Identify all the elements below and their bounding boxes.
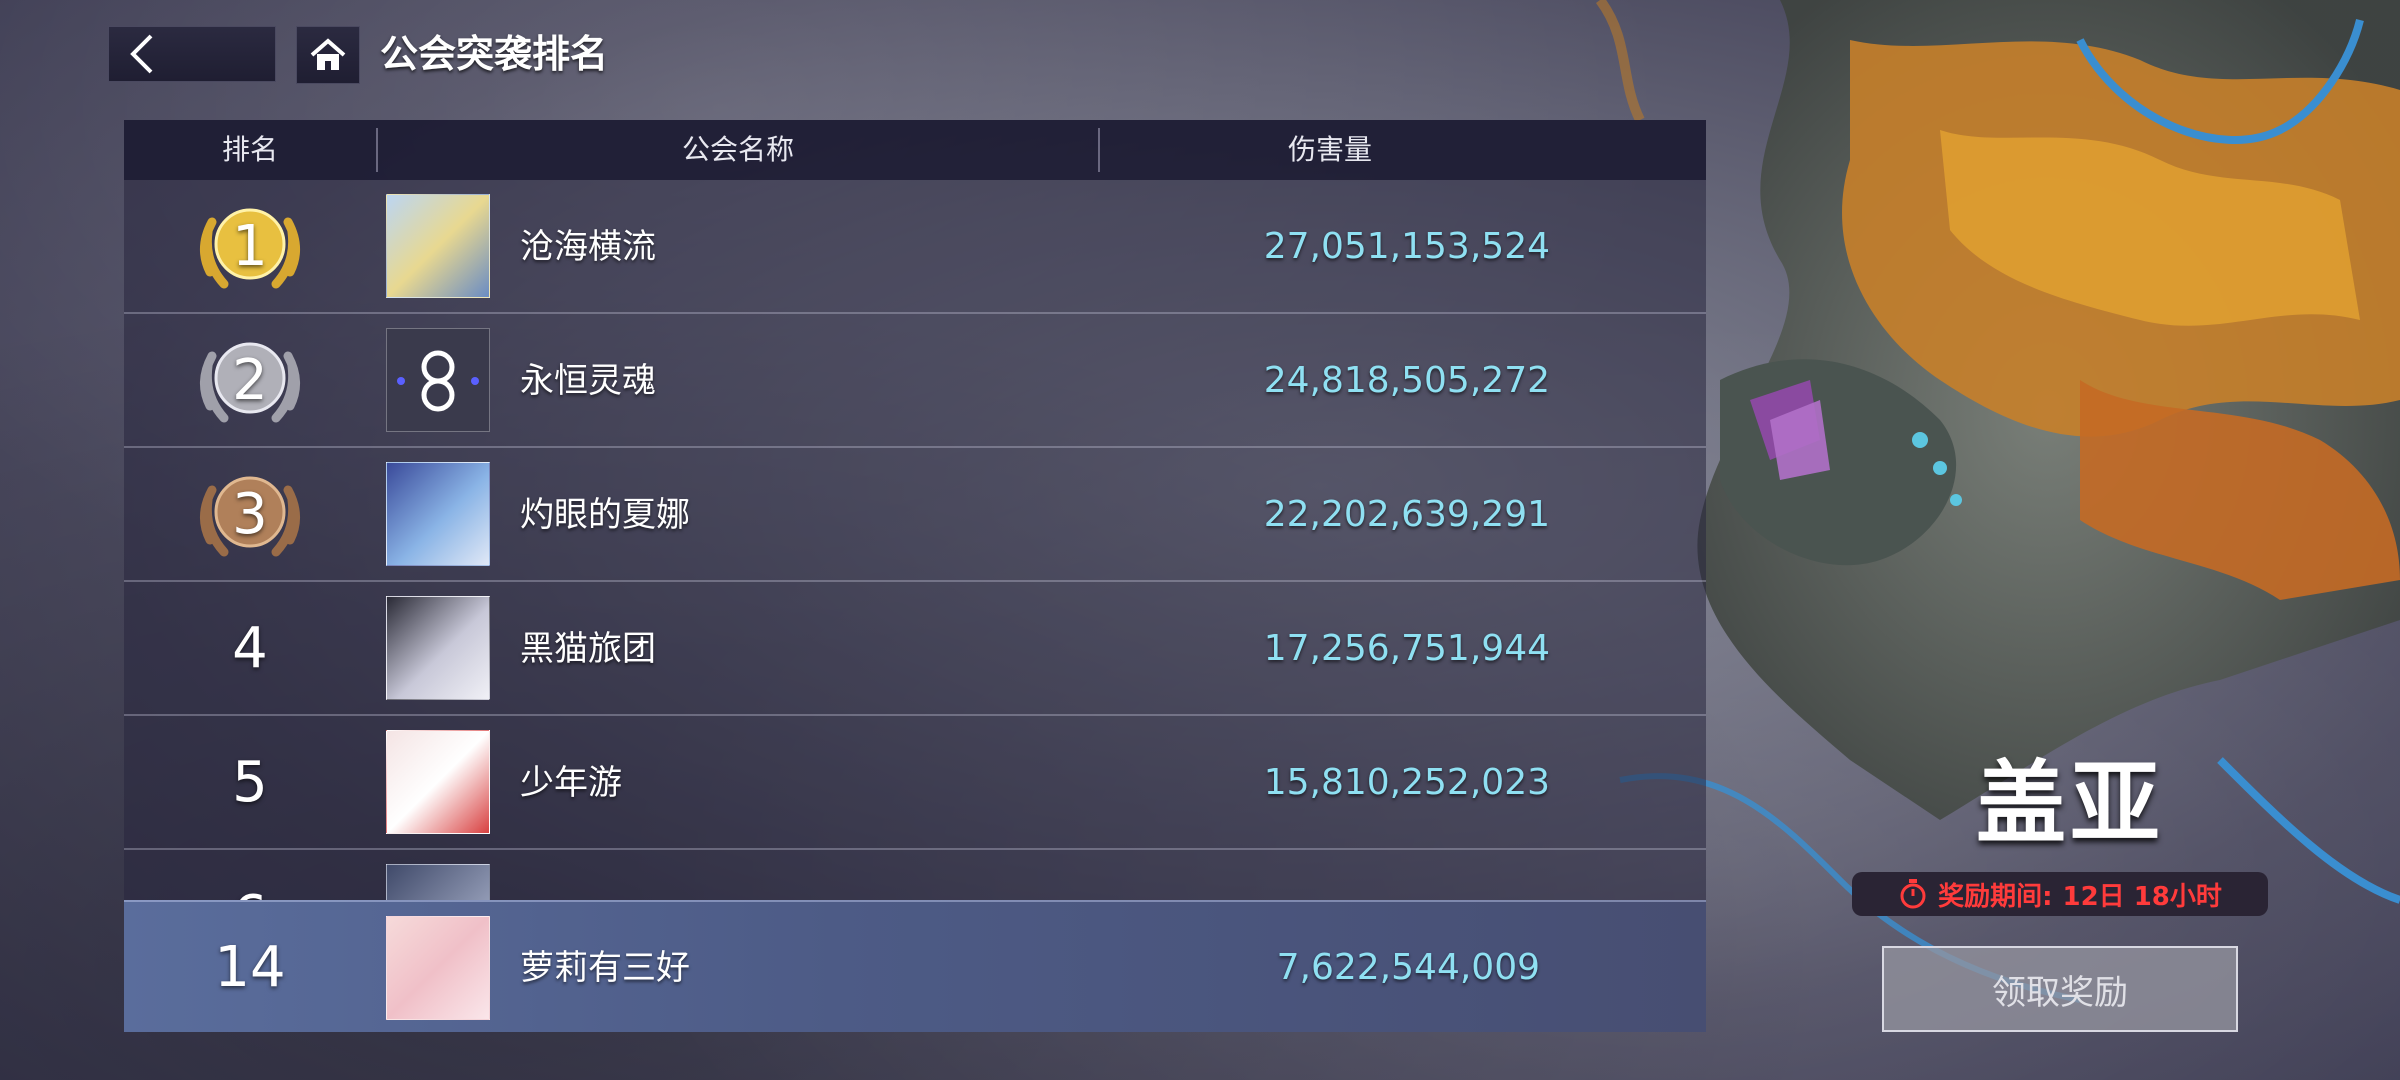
- table-row[interactable]: 5 少年游 15,810,252,023: [124, 716, 1706, 850]
- guild-name: 灼眼的夏娜: [520, 495, 690, 535]
- table-row[interactable]: 4 黑猫旅团 17,256,751,944: [124, 582, 1706, 716]
- reward-period-label: 奖励期间:: [1938, 881, 2053, 912]
- damage-value: 17,256,751,944: [1263, 628, 1550, 669]
- damage-value: 27,051,153,524: [1263, 226, 1550, 267]
- boss-name: 盖亚: [1976, 751, 2164, 856]
- stopwatch-icon: [1900, 879, 1926, 909]
- damage-value: 22,202,639,291: [1263, 494, 1550, 535]
- rank-number: 2: [232, 348, 268, 413]
- guild-name: 黑猫旅团: [520, 629, 656, 669]
- own-guild-name: 萝莉有三好: [520, 948, 690, 988]
- column-header-damage: 伤害量: [1287, 133, 1372, 166]
- guild-avatar: [386, 596, 490, 700]
- own-damage-value: 7,622,544,009: [1276, 947, 1540, 988]
- guild-avatar: [386, 730, 490, 834]
- ranking-panel: 排名 公会名称 伤害量 1 沧海横流 27,051,153,524 2 永恒灵魂…: [124, 120, 1706, 1032]
- own-guild-row[interactable]: 14 萝莉有三好 7,622,544,009: [124, 900, 1706, 1032]
- rank-number: 3: [232, 482, 268, 547]
- home-icon: [310, 38, 346, 70]
- damage-value: 24,818,505,272: [1263, 360, 1550, 401]
- reward-period-time: 12日 18小时: [2062, 881, 2222, 912]
- column-header-rank: 排名: [221, 133, 278, 166]
- guild-avatar: [386, 328, 490, 432]
- guild-avatar: [386, 194, 490, 298]
- guild-name: 永恒灵魂: [520, 361, 656, 401]
- rank-number: 4: [232, 616, 268, 681]
- page-title: 公会突袭排名: [380, 32, 609, 76]
- rank-number: 5: [232, 750, 268, 815]
- guild-avatar: [386, 916, 490, 1020]
- home-button[interactable]: [296, 26, 360, 84]
- guild-name: 沧海横流: [520, 227, 656, 267]
- claim-reward-button[interactable]: 领取奖励: [1882, 946, 2238, 1032]
- table-header: 排名 公会名称 伤害量: [124, 120, 1706, 180]
- guild-name: 少年游: [520, 763, 622, 803]
- back-button[interactable]: [108, 26, 276, 82]
- chevron-left-icon: [130, 34, 153, 74]
- infinity-symbol-icon: [397, 350, 479, 412]
- rank-number: 1: [232, 214, 268, 279]
- own-rank-number: 14: [214, 935, 286, 1000]
- table-row[interactable]: 1 沧海横流 27,051,153,524: [124, 180, 1706, 314]
- table-row[interactable]: 2 永恒灵魂 24,818,505,272: [124, 314, 1706, 448]
- table-row[interactable]: 3 灼眼的夏娜 22,202,639,291: [124, 448, 1706, 582]
- guild-avatar: [386, 462, 490, 566]
- column-header-guild-name: 公会名称: [681, 133, 794, 166]
- reward-period-badge: 奖励期间: 12日 18小时: [1852, 872, 2268, 916]
- ranking-list[interactable]: 1 沧海横流 27,051,153,524 2 永恒灵魂 24,818,505,: [124, 180, 1706, 912]
- damage-value: 15,810,252,023: [1263, 762, 1550, 803]
